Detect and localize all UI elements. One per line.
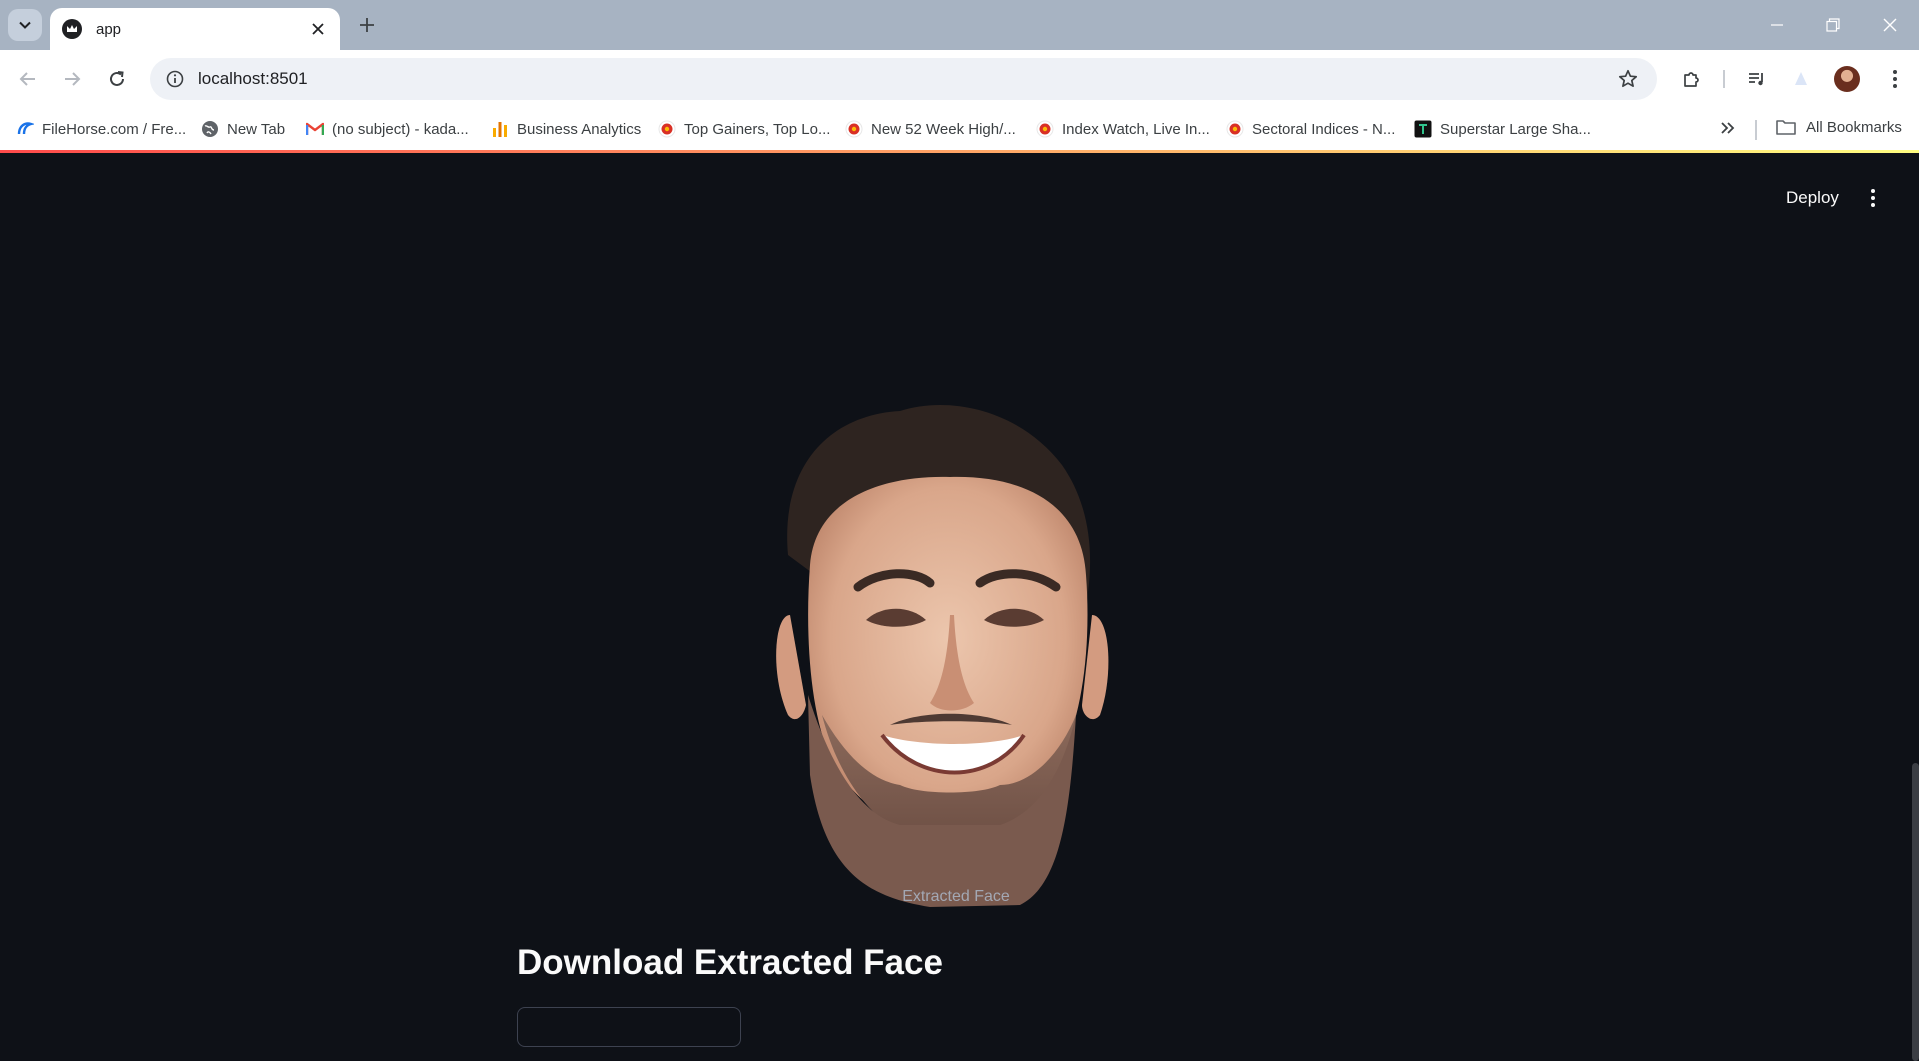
star-icon[interactable] — [1613, 64, 1643, 94]
image-caption: Extracted Face — [902, 888, 1010, 905]
restore-icon — [1826, 18, 1840, 32]
arrow-right-icon — [65, 72, 81, 86]
streamlit-app: Deploy Extracted Face Download Extracted… — [0, 153, 1919, 1061]
bookmark-label: (no subject) - kada... — [332, 120, 469, 138]
page-scrollbar[interactable] — [1912, 763, 1919, 1061]
bookmark-item[interactable]: Superstar Large Sha... — [1414, 118, 1591, 140]
all-bookmarks-button[interactable]: All Bookmarks — [1776, 118, 1902, 136]
tab-title: app — [96, 20, 122, 38]
profile-avatar[interactable] — [1834, 66, 1860, 92]
arrow-left-icon — [19, 72, 35, 86]
bookmark-item[interactable]: (no subject) - kada... — [306, 118, 469, 140]
gmail-icon — [306, 120, 324, 138]
bookmark-item[interactable]: Business Analytics — [491, 118, 641, 140]
browser-tab[interactable]: app — [50, 8, 340, 50]
more-vert-icon — [1893, 70, 1897, 88]
analytics-icon — [491, 120, 509, 138]
double-chevron-right-icon — [1721, 122, 1735, 134]
site-info-icon[interactable] — [164, 68, 186, 90]
chrome-menu-button[interactable] — [1879, 63, 1911, 95]
moneycontrol-icon — [845, 120, 863, 138]
close-icon[interactable] — [308, 19, 328, 39]
extension-icon — [1795, 72, 1807, 85]
bookmark-item[interactable]: Index Watch, Live In... — [1036, 118, 1210, 140]
more-vert-icon — [1871, 189, 1875, 207]
puzzle-icon — [1684, 72, 1699, 87]
media-queue-icon — [1749, 73, 1763, 86]
back-button[interactable] — [12, 63, 44, 95]
minimize-button[interactable] — [1749, 0, 1805, 50]
restore-button[interactable] — [1805, 0, 1861, 50]
download-button[interactable] — [517, 1007, 741, 1047]
url-text[interactable]: localhost:8501 — [198, 69, 1613, 89]
plus-icon — [360, 18, 374, 32]
download-heading: Download Extracted Face — [517, 943, 943, 982]
extension-pinned-button[interactable] — [1785, 63, 1817, 95]
extracted-face-image — [770, 315, 1130, 915]
minimize-icon — [1771, 24, 1783, 26]
globe-icon — [201, 120, 219, 138]
browser-titlebar: app — [0, 0, 1919, 50]
media-controls-button[interactable] — [1741, 63, 1773, 95]
moneycontrol-icon — [1226, 120, 1244, 138]
window-close-button[interactable] — [1862, 0, 1918, 50]
reload-icon — [110, 71, 124, 86]
all-bookmarks-label: All Bookmarks — [1806, 118, 1902, 136]
chevron-down-icon — [19, 21, 31, 29]
moneycontrol-icon — [658, 120, 676, 138]
bookmark-label: Business Analytics — [517, 120, 642, 138]
bookmark-item[interactable]: Sectoral Indices - N... — [1226, 118, 1395, 140]
streamlit-crown-icon — [62, 19, 82, 39]
trendlyne-icon — [1414, 120, 1432, 138]
bookmark-item[interactable]: New Tab — [201, 118, 285, 140]
bookmarks-separator — [1755, 120, 1757, 140]
main-menu-button[interactable] — [1860, 183, 1886, 213]
bookmark-item[interactable]: New 52 Week High/... — [845, 118, 1016, 140]
bookmark-label: New 52 Week High/... — [871, 120, 1016, 138]
filehorse-icon — [16, 120, 34, 138]
bookmark-label: Index Watch, Live In... — [1062, 120, 1210, 138]
deploy-button[interactable]: Deploy — [1770, 183, 1855, 213]
extensions-button[interactable] — [1676, 63, 1708, 95]
reload-button[interactable] — [101, 63, 133, 95]
tab-search-button[interactable] — [8, 9, 42, 41]
new-tab-button[interactable] — [352, 10, 382, 40]
bookmark-label: Sectoral Indices - N... — [1252, 120, 1396, 138]
bookmark-label: FileHorse.com / Fre... — [42, 120, 187, 138]
bookmarks-bar: FileHorse.com / Fre... New Tab (no subje… — [0, 108, 1919, 150]
bookmark-label: Superstar Large Sha... — [1440, 120, 1591, 138]
moneycontrol-icon — [1036, 120, 1054, 138]
browser-toolbar: localhost:8501 — [0, 50, 1919, 108]
bookmark-label: New Tab — [227, 120, 286, 138]
bookmark-item[interactable]: FileHorse.com / Fre... — [16, 118, 186, 140]
address-bar[interactable]: localhost:8501 — [150, 58, 1657, 100]
close-icon — [1883, 18, 1897, 32]
forward-button[interactable] — [56, 63, 88, 95]
more-bookmarks-button[interactable] — [1716, 116, 1740, 140]
folder-icon — [1776, 118, 1796, 136]
bookmark-label: Top Gainers, Top Lo... — [684, 120, 831, 138]
toolbar-separator — [1723, 70, 1725, 88]
bookmark-item[interactable]: Top Gainers, Top Lo... — [658, 118, 830, 140]
